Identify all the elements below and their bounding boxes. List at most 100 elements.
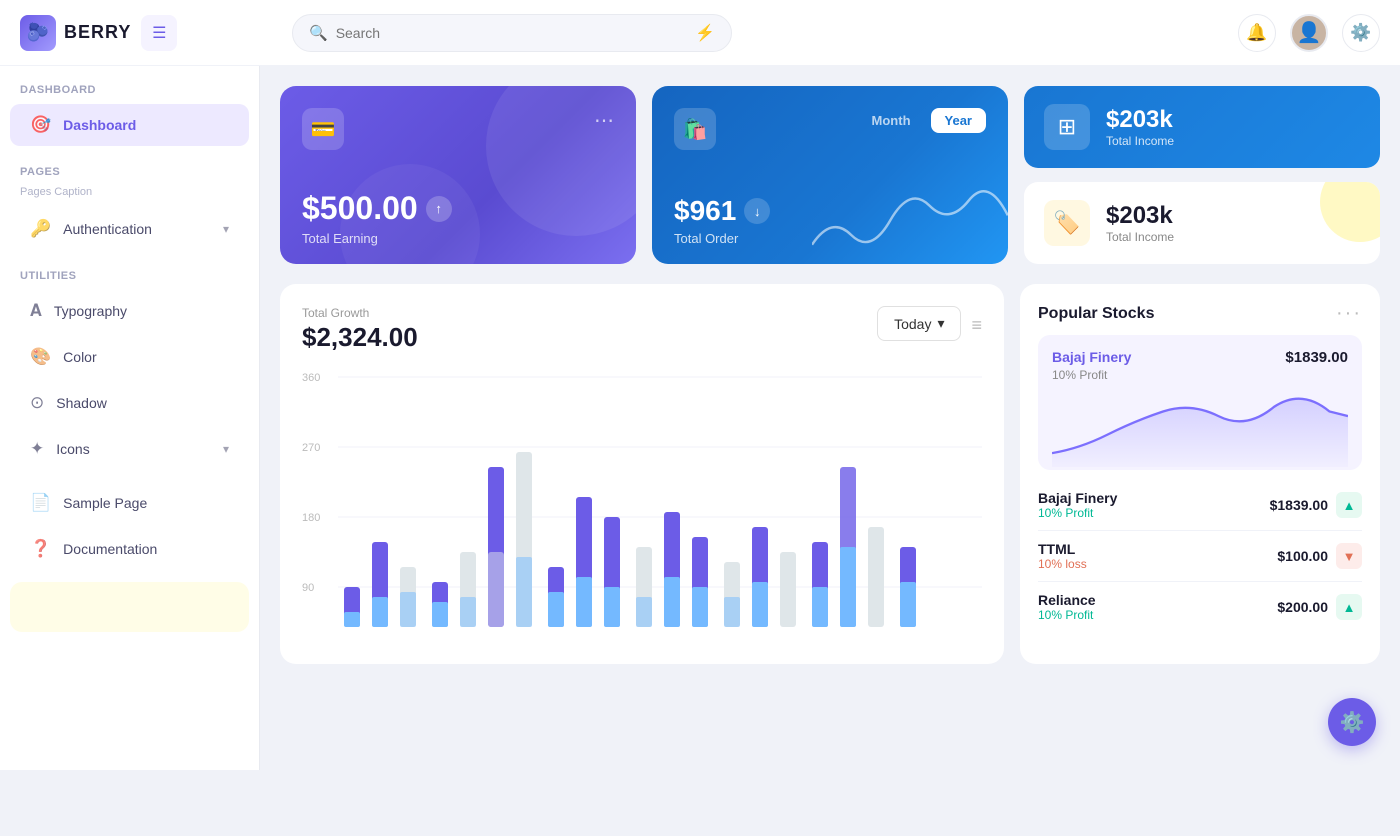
stock-item: Reliance 10% Profit $200.00 ▲	[1038, 582, 1362, 632]
search-bar[interactable]: 🔍 ⚡	[292, 14, 732, 52]
svg-text:90: 90	[302, 582, 314, 594]
stock-trend-badge: ▲	[1336, 594, 1362, 620]
dashboard-icon: 🎯	[30, 115, 51, 135]
chart-area: 360 270 180 90	[302, 357, 982, 664]
search-icon: 🔍	[309, 24, 328, 42]
logo-icon: 🫐	[20, 15, 56, 51]
income-top-card: ⊞ $203k Total Income	[1024, 86, 1380, 168]
main-content: 💳 ⋯ $500.00 ↑ Total Earning 🛍️	[260, 66, 1400, 684]
featured-stock-name: Bajaj Finery	[1052, 349, 1131, 365]
earning-card-menu[interactable]: ⋯	[594, 108, 614, 133]
wallet-icon: 💳	[311, 117, 336, 142]
sidebar-item-color[interactable]: 🎨 Color	[10, 336, 249, 378]
fab-button[interactable]: ⚙️	[1328, 698, 1376, 746]
stock-price: $1839.00	[1270, 497, 1328, 513]
cards-right: ⊞ $203k Total Income 🏷️ $203k Total Inco…	[1024, 86, 1380, 264]
sidebar-section-dashboard: Dashboard	[0, 66, 259, 102]
sidebar-item-label: Documentation	[63, 541, 157, 557]
chart-header: Total Growth $2,324.00 Today ▾ ≡	[302, 306, 982, 353]
stock-price-area: $100.00 ▼	[1277, 543, 1362, 569]
chevron-icon: ▾	[937, 315, 944, 332]
stock-profit: 10% Profit	[1038, 506, 1117, 520]
income-bottom-label: Total Income	[1106, 230, 1174, 244]
income-bottom-text: $203k Total Income	[1106, 202, 1174, 244]
stock-profit: 10% Profit	[1038, 608, 1096, 622]
bottom-row: Total Growth $2,324.00 Today ▾ ≡	[280, 284, 1380, 664]
fab-icon: ⚙️	[1340, 710, 1365, 735]
search-input[interactable]	[336, 25, 687, 41]
typography-icon: 𝐀	[30, 301, 42, 321]
svg-text:360: 360	[302, 372, 320, 384]
stocks-card: Popular Stocks ··· Bajaj Finery $1839.00…	[1020, 284, 1380, 664]
featured-stock-price: $1839.00	[1285, 349, 1348, 366]
chevron-down-icon: ▾	[223, 222, 229, 236]
stocks-title: Popular Stocks	[1038, 305, 1154, 323]
avatar-button[interactable]: 👤	[1290, 14, 1328, 52]
income-top-icon: ⊞	[1044, 104, 1090, 150]
stock-info: Bajaj Finery 10% Profit	[1038, 490, 1117, 520]
order-label: Total Order	[674, 231, 986, 246]
notification-button[interactable]: 🔔	[1238, 14, 1276, 52]
earning-amount: $500.00 ↑	[302, 190, 614, 227]
today-label: Today	[894, 316, 931, 332]
today-filter-button[interactable]: Today ▾	[877, 306, 961, 341]
sidebar-item-sample-page[interactable]: 📄 Sample Page	[10, 482, 249, 524]
month-tab[interactable]: Month	[858, 108, 925, 133]
filter-icon[interactable]: ⚡	[695, 23, 715, 43]
topbar-left: 🫐 BERRY ☰	[20, 15, 280, 51]
svg-text:180: 180	[302, 512, 320, 524]
featured-stock: Bajaj Finery $1839.00 10% Profit	[1038, 335, 1362, 470]
order-card-icon: 🛍️	[674, 108, 716, 150]
chart-title: Total Growth	[302, 306, 418, 320]
sidebar-item-typography[interactable]: 𝐀 Typography	[10, 290, 249, 332]
earning-arrow: ↑	[426, 196, 452, 222]
stock-item: TTML 10% loss $100.00 ▼	[1038, 531, 1362, 582]
hamburger-icon: ☰	[152, 23, 166, 43]
stock-name: TTML	[1038, 541, 1087, 557]
pages-caption: Pages Caption	[0, 184, 259, 206]
stock-name: Reliance	[1038, 592, 1096, 608]
sidebar-item-dashboard[interactable]: 🎯 Dashboard	[10, 104, 249, 146]
sidebar-section-pages: Pages	[0, 148, 259, 184]
auth-icon: 🔑	[30, 219, 51, 239]
stock-price: $100.00	[1277, 548, 1328, 564]
shopping-icon: 🛍️	[683, 117, 708, 142]
stock-info: TTML 10% loss	[1038, 541, 1087, 571]
sidebar-item-label: Shadow	[56, 395, 107, 411]
year-tab[interactable]: Year	[931, 108, 986, 133]
settings-button[interactable]: ⚙️	[1342, 14, 1380, 52]
chart-menu-icon[interactable]: ≡	[971, 315, 982, 336]
topbar: 🫐 BERRY ☰ 🔍 ⚡ 🔔 👤 ⚙️	[0, 0, 1400, 66]
earning-card: 💳 ⋯ $500.00 ↑ Total Earning	[280, 86, 636, 264]
logo-area: 🫐 BERRY	[20, 15, 131, 51]
topbar-actions: 🔔 👤 ⚙️	[1238, 14, 1380, 52]
hamburger-button[interactable]: ☰	[141, 15, 177, 51]
stocks-menu-icon[interactable]: ···	[1336, 302, 1362, 325]
stock-trend-badge: ▲	[1336, 492, 1362, 518]
order-card: 🛍️ Month Year $961 ↓ Total Order	[652, 86, 1008, 264]
chart-amount: $2,324.00	[302, 322, 418, 353]
featured-stock-chart	[1052, 390, 1348, 470]
income-bottom-card: 🏷️ $203k Total Income	[1024, 182, 1380, 264]
sidebar-bottom-promo	[10, 582, 249, 632]
featured-stock-top: Bajaj Finery $1839.00	[1052, 349, 1348, 366]
chevron-down-icon: ▾	[223, 442, 229, 456]
sidebar-item-shadow[interactable]: ⊙ Shadow	[10, 382, 249, 424]
main-wrapper: 💳 ⋯ $500.00 ↑ Total Earning 🛍️	[260, 66, 1400, 836]
gear-icon: ⚙️	[1350, 23, 1371, 43]
avatar-icon: 👤	[1297, 20, 1322, 45]
cashier-icon: 🏷️	[1053, 210, 1080, 236]
app-name: BERRY	[64, 22, 131, 43]
sidebar-item-label: Authentication	[63, 221, 152, 237]
sample-icon: 📄	[30, 493, 51, 513]
stock-trend-badge: ▼	[1336, 543, 1362, 569]
chart-title-area: Total Growth $2,324.00	[302, 306, 418, 353]
order-amount: $961 ↓	[674, 195, 986, 227]
income-top-label: Total Income	[1106, 134, 1174, 148]
sidebar-item-label: Dashboard	[63, 117, 136, 133]
cards-row: 💳 ⋯ $500.00 ↑ Total Earning 🛍️	[280, 86, 1380, 264]
sidebar-item-icons[interactable]: ✦ Icons ▾	[10, 428, 249, 470]
sidebar-item-authentication[interactable]: 🔑 Authentication ▾	[10, 208, 249, 250]
color-icon: 🎨	[30, 347, 51, 367]
sidebar-item-documentation[interactable]: ❓ Documentation	[10, 528, 249, 570]
